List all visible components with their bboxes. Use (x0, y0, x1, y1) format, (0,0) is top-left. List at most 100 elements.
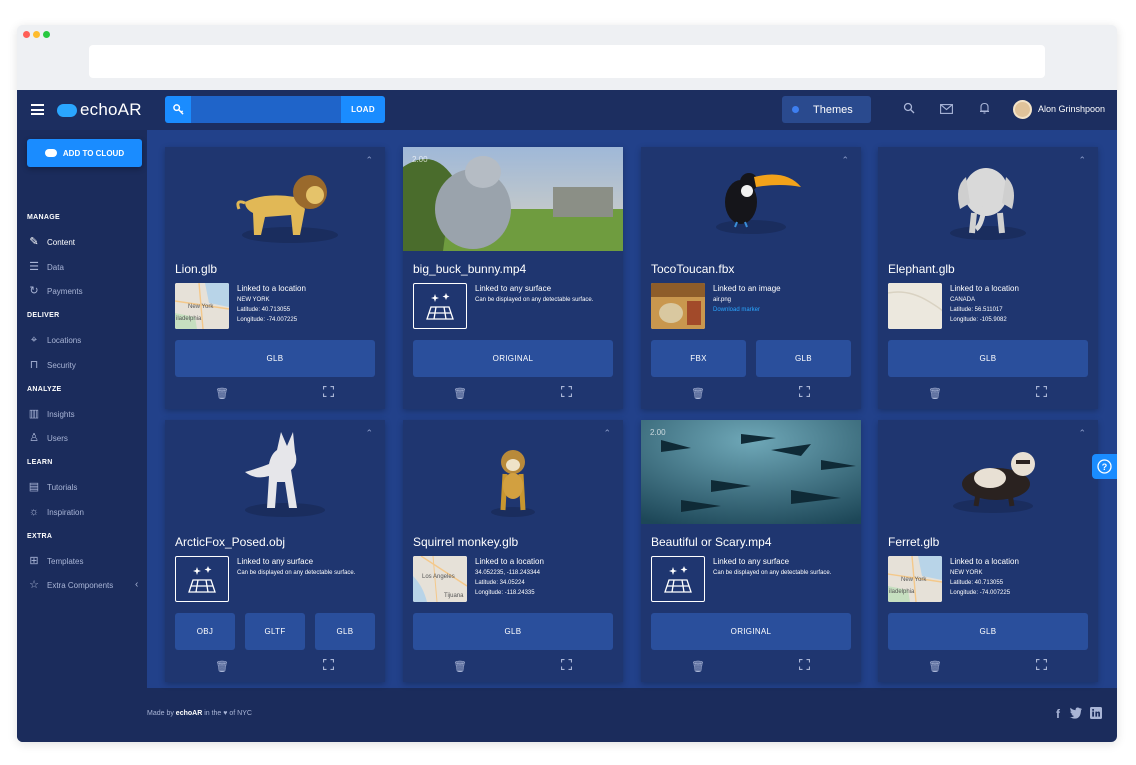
expand-icon[interactable] (799, 386, 810, 397)
section-extra: EXTRA (27, 533, 53, 540)
lock-icon: ⊓ (29, 359, 39, 371)
chevron-up-icon[interactable]: ⌃ (841, 155, 849, 166)
logo[interactable]: echoAR (57, 100, 142, 120)
sidebar-item-data[interactable]: ☰ Data (27, 259, 64, 275)
footer-text: Made by echoAR in the ♥ of NYC (147, 710, 252, 717)
format-button-glb[interactable]: GLB (175, 340, 375, 377)
sidebar-item-label: Tutorials (47, 482, 78, 492)
format-button-glb[interactable]: GLB (413, 613, 613, 650)
sidebar-item-insights[interactable]: ▥ Insights (27, 406, 75, 422)
trash-icon[interactable]: 🗑 (691, 387, 705, 400)
chevron-up-icon[interactable]: ⌃ (1078, 428, 1086, 439)
bell-icon[interactable] (975, 101, 993, 119)
expand-icon[interactable] (323, 659, 334, 670)
load-button[interactable]: LOAD (341, 96, 385, 123)
expand-icon[interactable] (561, 659, 572, 670)
footer-brand[interactable]: echoAR (176, 710, 202, 717)
maximize-window-dot[interactable] (43, 31, 50, 38)
close-window-dot[interactable] (23, 31, 30, 38)
asset-card[interactable]: ⌃ TocoToucan.fbx Linked to an image air.… (641, 147, 861, 409)
add-to-cloud-button[interactable]: ADD TO CLOUD (27, 139, 142, 167)
format-button-glb[interactable]: GLB (756, 340, 851, 377)
sidebar-item-content[interactable]: ✎ Content (27, 234, 75, 250)
trash-icon[interactable]: 🗑 (215, 387, 229, 400)
map-label: Los Angeles (422, 574, 455, 580)
format-button-original[interactable]: ORIGINAL (651, 613, 851, 650)
sharks-video-thumbnail[interactable]: 2.00 (641, 420, 861, 524)
format-button-glb[interactable]: GLB (315, 613, 375, 650)
trash-icon[interactable]: 🗑 (453, 387, 467, 400)
card-info: Linked to a location NEW YORK Latitude: … (237, 284, 382, 325)
format-button-fbx[interactable]: FBX (651, 340, 746, 377)
pencil-icon: ✎ (29, 236, 39, 248)
user-name[interactable]: Alon Grinshpoon (1038, 104, 1105, 114)
map-label: New York (188, 304, 214, 310)
link-heading: Linked to any surface (237, 557, 314, 566)
expand-icon[interactable] (561, 386, 572, 397)
format-button-glb[interactable]: GLB (888, 340, 1088, 377)
card-info: Linked to any surface Can be displayed o… (713, 557, 858, 578)
trash-icon[interactable]: 🗑 (928, 660, 942, 673)
sidebar-item-extra-components[interactable]: ☆ Extra Components (27, 577, 113, 593)
bunny-video-thumbnail[interactable]: 2.00 (403, 147, 623, 251)
asset-card[interactable]: 2.00 big_buck_bunny.mp4 Linked to any su… (403, 147, 623, 409)
sidebar-item-tutorials[interactable]: ▤ Tutorials (27, 479, 78, 495)
asset-card[interactable]: ⌃ Squirrel monkey.glb Los Angeles Tijuan… (403, 420, 623, 682)
sidebar-item-locations[interactable]: ⌖ Locations (27, 332, 81, 348)
linkedin-icon[interactable] (1090, 707, 1102, 722)
chevron-up-icon[interactable]: ⌃ (365, 428, 373, 439)
minimize-window-dot[interactable] (33, 31, 40, 38)
sidebar-item-payments[interactable]: ↻ Payments (27, 283, 82, 299)
help-button[interactable]: ? (1092, 454, 1117, 479)
themes-button[interactable]: Themes (782, 96, 871, 123)
download-marker-link[interactable]: Download marker (713, 305, 858, 315)
asset-card[interactable]: ⌃ Lion.glb New York iladelphia Linked to… (165, 147, 385, 409)
trash-icon[interactable]: 🗑 (453, 660, 467, 673)
expand-icon[interactable] (799, 659, 810, 670)
expand-icon[interactable] (1036, 659, 1047, 670)
menu-icon[interactable] (31, 104, 44, 115)
trash-icon[interactable]: 🗑 (691, 660, 705, 673)
address-bar[interactable] (89, 45, 1045, 78)
format-button-original[interactable]: ORIGINAL (413, 340, 613, 377)
sidebar-item-security[interactable]: ⊓ Security (27, 357, 76, 373)
sidebar-item-templates[interactable]: ⊞ Templates (27, 553, 83, 569)
asset-card[interactable]: ⌃ Ferret.glb New York iladelphia Linked … (878, 420, 1098, 682)
monkey-model-thumbnail[interactable] (403, 420, 623, 524)
format-button-glb[interactable]: GLB (888, 613, 1088, 650)
facebook-icon[interactable]: f (1056, 707, 1060, 721)
api-key-input[interactable] (191, 96, 341, 123)
asset-card[interactable]: 2.00 Beautiful or Scary.mp4 Linked to an… (641, 420, 861, 682)
elephant-model-thumbnail[interactable] (878, 147, 1098, 251)
avatar[interactable] (1013, 100, 1032, 119)
chevron-up-icon[interactable]: ⌃ (1078, 155, 1086, 166)
card-info: Linked to an image air.png Download mark… (713, 284, 858, 315)
trash-icon[interactable]: 🗑 (928, 387, 942, 400)
expand-icon[interactable] (323, 386, 334, 397)
sidebar-item-users[interactable]: ♙ Users (27, 430, 68, 446)
format-button-obj[interactable]: OBJ (175, 613, 235, 650)
mail-icon[interactable] (937, 101, 955, 119)
twitter-icon[interactable] (1069, 707, 1083, 722)
chevron-up-icon[interactable]: ⌃ (603, 428, 611, 439)
chevron-left-icon[interactable]: ‹ (135, 579, 138, 590)
lion-model-thumbnail[interactable] (165, 147, 385, 251)
ferret-model-thumbnail[interactable] (878, 420, 1098, 524)
link-heading: Linked to any surface (713, 557, 790, 566)
footer-prefix: Made by (147, 710, 176, 717)
fox-model-thumbnail[interactable] (165, 420, 385, 524)
format-buttons: ORIGINAL (651, 613, 851, 650)
sidebar-item-label: Insights (47, 409, 75, 419)
search-icon[interactable] (900, 101, 918, 119)
format-button-gltf[interactable]: GLTF (245, 613, 305, 650)
sidebar-item-inspiration[interactable]: ☼ Inspiration (27, 504, 84, 520)
surface-icon (651, 556, 705, 602)
expand-icon[interactable] (1036, 386, 1047, 397)
info-line: air.png (713, 297, 732, 303)
info-line: Longitude: -74.007225 (950, 590, 1011, 596)
trash-icon[interactable]: 🗑 (215, 660, 229, 673)
asset-card[interactable]: ⌃ ArcticFox_Posed.obj Linked to any surf… (165, 420, 385, 682)
asset-card[interactable]: ⌃ Elephant.glb Linked to a location CANA… (878, 147, 1098, 409)
toucan-model-thumbnail[interactable] (641, 147, 861, 251)
chevron-up-icon[interactable]: ⌃ (365, 155, 373, 166)
